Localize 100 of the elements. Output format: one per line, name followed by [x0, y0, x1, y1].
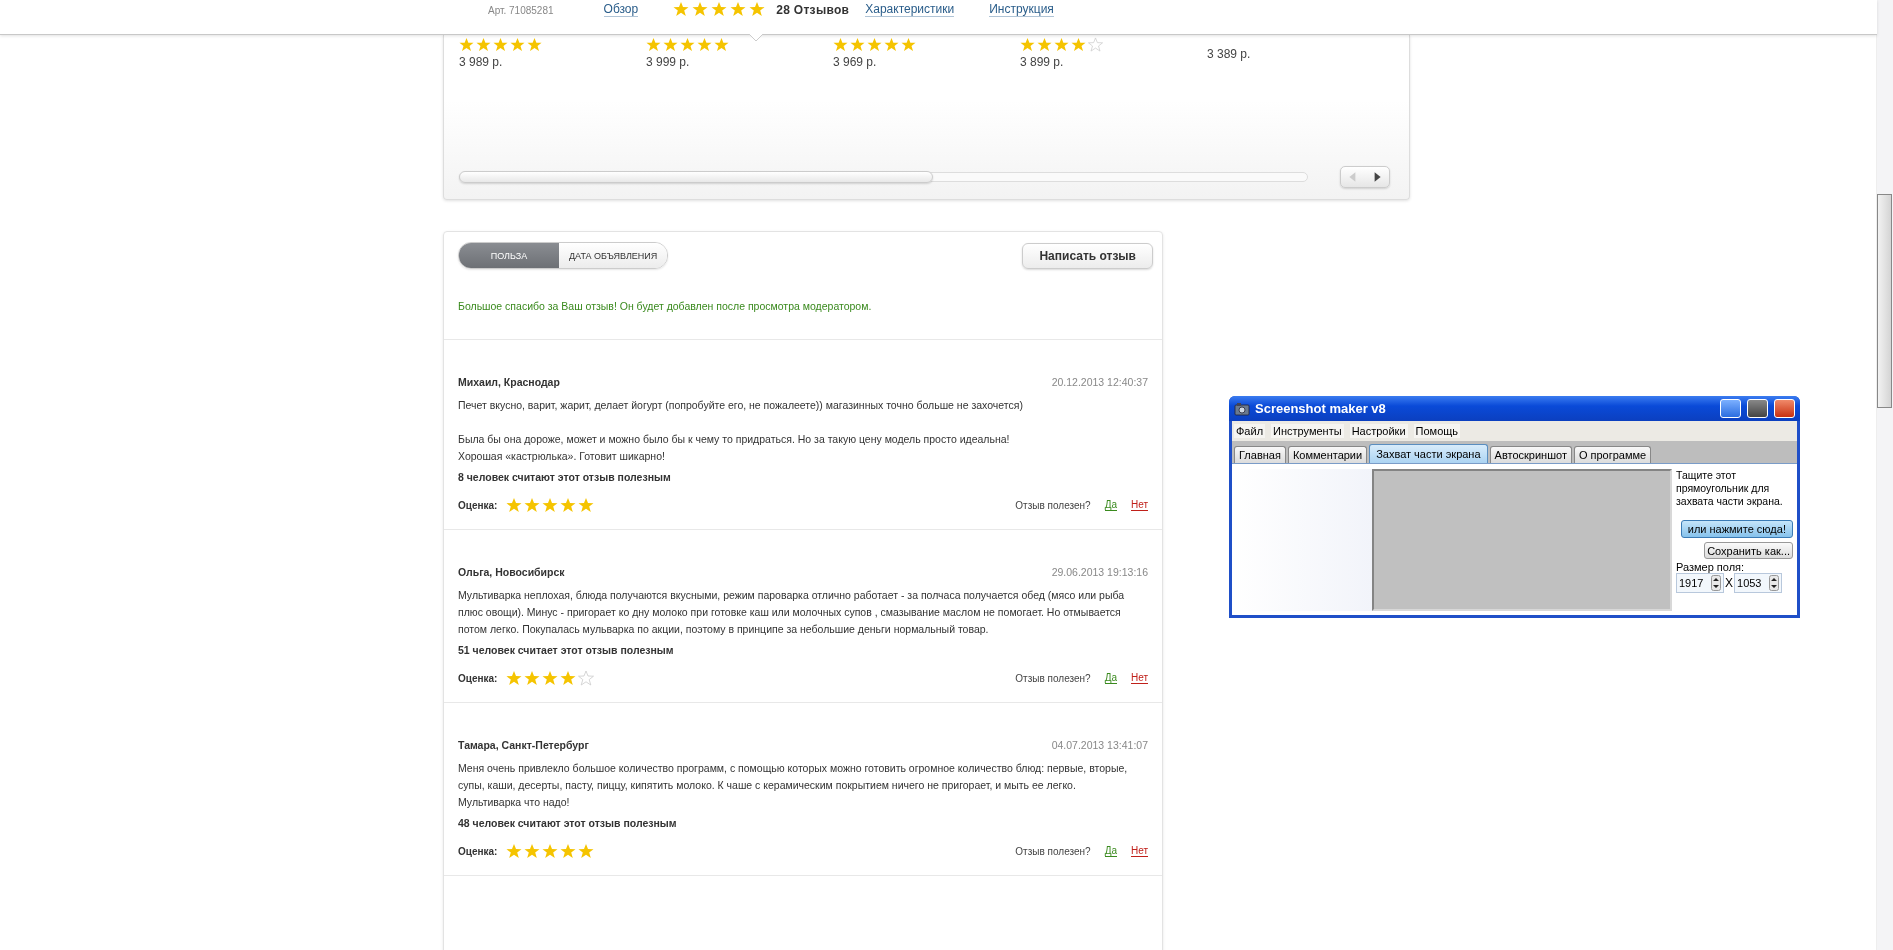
- menu-item[interactable]: Файл: [1234, 424, 1266, 438]
- star-icon: [578, 843, 595, 859]
- hint-text: Тащите этот прямоугольник для захвата части экрана.: [1676, 469, 1784, 508]
- scroll-thumb[interactable]: [459, 171, 933, 183]
- star-icon: [506, 843, 523, 859]
- helpful-count: 51 человек считает этот отзыв полезным: [458, 644, 675, 656]
- window-tab[interactable]: Автоскриншот: [1489, 446, 1572, 463]
- window-tab[interactable]: Главная: [1234, 446, 1286, 463]
- star-icon: [527, 37, 542, 52]
- yes-link[interactable]: Да: [1104, 672, 1117, 684]
- helpful-question: Отзыв полезен?: [1015, 672, 1091, 684]
- star-icon: [524, 843, 541, 859]
- article-number: Арт. 71085281: [488, 5, 554, 16]
- star-icon: [663, 37, 678, 52]
- review-author: Тамара, Санкт-Петербург: [458, 739, 589, 751]
- nav-link[interactable]: Инструкция: [989, 2, 1054, 17]
- star-icon: [692, 1, 709, 17]
- star-icon: [524, 670, 541, 686]
- rating-label: Оценка:: [458, 845, 498, 857]
- helpful-question: Отзыв полезен?: [1015, 499, 1091, 511]
- product-price: 3 999 р.: [646, 55, 691, 69]
- rating-label: Оценка:: [458, 499, 498, 511]
- overview-link[interactable]: Обзор: [603, 2, 639, 17]
- star-icon: [697, 37, 712, 52]
- yes-link[interactable]: Да: [1104, 499, 1117, 511]
- star-icon: [476, 37, 491, 52]
- review-date: 29.06.2013 19:13:16: [1051, 566, 1148, 578]
- star-icon: [673, 1, 690, 17]
- sort-tab[interactable]: ДАТА ОБЪЯВЛЕНИЯ: [559, 243, 668, 268]
- star-icon: [524, 497, 541, 513]
- review-text: Была бы она дороже, может и можно было бы к чему то придраться. Но за такую цену модель просто идеальна! Хорошая «кастрюлька». Готовит шикарно!: [458, 432, 1011, 464]
- minimize-button[interactable]: [1720, 399, 1741, 418]
- star-icon: [578, 497, 595, 513]
- rating-label: Оценка:: [458, 672, 498, 684]
- star-icon: [901, 37, 916, 52]
- menu-item[interactable]: Настройки: [1349, 424, 1408, 438]
- camera-icon: [1234, 400, 1250, 417]
- star-icon: [1088, 37, 1103, 52]
- height-field[interactable]: 1053: [1734, 573, 1782, 593]
- product-price: 3 969 р.: [833, 55, 878, 69]
- star-icon: [1054, 37, 1069, 52]
- window-tab[interactable]: Комментарии: [1287, 446, 1368, 463]
- carousel-arrows[interactable]: [1340, 166, 1390, 188]
- scroll-thumb[interactable]: [1877, 194, 1892, 408]
- review-author: Михаил, Краснодар: [458, 376, 560, 388]
- page-scrollbar[interactable]: [1876, 0, 1893, 950]
- capture-button[interactable]: или нажмите сюда!: [1680, 520, 1793, 538]
- capture-area[interactable]: [1372, 469, 1672, 611]
- sort-tab[interactable]: ПОЛЬЗА: [459, 243, 559, 268]
- product-price: 3 389 р.: [1207, 47, 1252, 61]
- menu-item[interactable]: Инструменты: [1271, 424, 1344, 438]
- review-text: Мультиварка неплохая, блюда получаются вкусными, режим пароварка отлично работает - за полчаса получается обед (мясо или рыба плюс овощи). Минус - пригорает ко дну молоко при готовке каш или молочных супов , смазывание маслом не помогает. Но отмывается потом легко. Покупалась мульварка по акции, поэтому в принципе за небольшие деньги нормальный товар.: [458, 588, 1126, 637]
- product-price: 3 989 р.: [459, 55, 504, 69]
- star-icon: [506, 670, 523, 686]
- star-icon: [459, 37, 474, 52]
- window-tab[interactable]: О программе: [1573, 446, 1652, 463]
- reviews-count-link[interactable]: 28 Отзывов: [776, 3, 850, 17]
- yes-link[interactable]: Да: [1104, 845, 1117, 857]
- review-date: 20.12.2013 12:40:37: [1051, 376, 1148, 388]
- maximize-button[interactable]: [1747, 399, 1768, 418]
- star-icon: [867, 37, 882, 52]
- review-author: Ольга, Новосибирск: [458, 566, 565, 578]
- star-icon: [560, 670, 577, 686]
- helpful-count: 8 человек считают этот отзыв полезным: [458, 471, 672, 483]
- write-review-button[interactable]: Написать отзыв: [1022, 242, 1153, 269]
- close-button[interactable]: [1774, 399, 1795, 418]
- star-icon: [578, 670, 595, 686]
- product-price: 3 899 р.: [1020, 55, 1065, 69]
- star-icon: [560, 843, 577, 859]
- spinner-arrows-icon[interactable]: [1769, 575, 1779, 591]
- size-label: Размер поля:: [1676, 561, 1745, 573]
- star-icon: [560, 497, 577, 513]
- review-date: 04.07.2013 13:41:07: [1051, 739, 1148, 751]
- no-link[interactable]: Нет: [1130, 499, 1148, 511]
- star-icon: [542, 497, 559, 513]
- thanks-message: Большое спасибо за Ваш отзыв! Он будет добавлен после просмотра модератором.: [444, 269, 1162, 340]
- star-icon: [711, 1, 728, 17]
- star-icon: [833, 37, 848, 52]
- star-icon: [714, 37, 729, 52]
- star-icon: [646, 37, 661, 52]
- star-icon: [1071, 37, 1086, 52]
- star-icon: [1020, 37, 1035, 52]
- size-separator: X: [1725, 576, 1733, 590]
- star-icon: [542, 670, 559, 686]
- save-as-button[interactable]: Сохранить как...: [1704, 542, 1793, 559]
- star-icon: [506, 497, 523, 513]
- star-icon: [749, 1, 766, 17]
- horizontal-scrollbar[interactable]: [459, 172, 1308, 182]
- spinner-arrows-icon[interactable]: [1711, 575, 1721, 591]
- no-link[interactable]: Нет: [1130, 845, 1148, 857]
- window-tab[interactable]: Захват части экрана: [1369, 444, 1488, 464]
- no-link[interactable]: Нет: [1130, 672, 1148, 684]
- review-text: Меня очень привлекло большое количество программ, с помощью которых можно готовить огромное количество блюд: первые, вторые, супы, каши, десерты, пасту, пиццу, кипятить молоко. К чаше с керамическим покрытием ничего не пригорает, и мыть ее легко. Мультиварка что надо!: [458, 761, 1129, 810]
- nav-link[interactable]: Характеристики: [865, 2, 955, 17]
- menu-item[interactable]: Помощь: [1413, 424, 1461, 438]
- star-icon: [884, 37, 899, 52]
- window-title: Screenshot maker v8: [1255, 401, 1386, 416]
- helpful-count: 48 человек считают этот отзыв полезным: [458, 817, 678, 829]
- width-field[interactable]: 1917: [1676, 573, 1724, 593]
- star-icon: [542, 843, 559, 859]
